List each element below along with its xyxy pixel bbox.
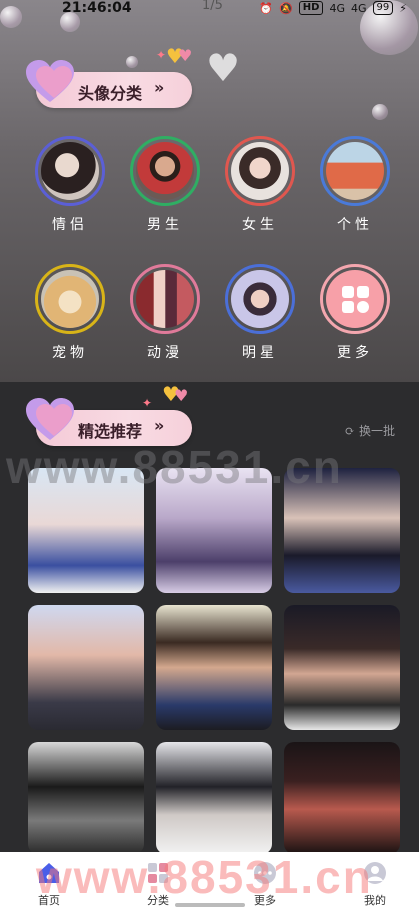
category-label: 明星: [242, 345, 278, 361]
category-anime[interactable]: 动漫: [125, 264, 205, 362]
featured-photo[interactable]: [156, 742, 272, 854]
featured-photo[interactable]: [284, 742, 400, 854]
avatar-ring: [320, 264, 390, 334]
category-pet[interactable]: 宠物: [30, 264, 110, 362]
signal-icon: 4G: [329, 1, 345, 15]
mute-icon: 🔕: [279, 1, 293, 15]
avatar: [136, 270, 194, 328]
avatar: [41, 270, 99, 328]
avatar: [326, 142, 384, 200]
refresh-icon: ⟳: [344, 423, 355, 438]
category-label: 更多: [337, 345, 373, 361]
avatar-ring: [130, 264, 200, 334]
bubble-decoration: [372, 104, 388, 120]
category-star[interactable]: 明星: [220, 264, 300, 362]
category-label: 男生: [147, 217, 183, 233]
heart-decoration-icon: ♥: [174, 386, 189, 405]
featured-photo[interactable]: [284, 605, 400, 730]
category-couple[interactable]: 情侣: [30, 136, 110, 234]
watermark: www.88531.cn: [6, 441, 343, 493]
hd-icon: HD: [298, 1, 324, 15]
featured-photo[interactable]: [28, 742, 144, 854]
heart-decoration-icon: ♥: [178, 46, 193, 65]
charging-icon: ⚡: [399, 1, 407, 15]
home-indicator[interactable]: [175, 903, 245, 907]
avatar: [41, 142, 99, 200]
refresh-button[interactable]: ⟳ 换一批: [345, 422, 395, 439]
sparkle-icon: ✦: [156, 48, 167, 62]
heart-badge-icon: [26, 60, 74, 102]
avatar-ring: [130, 136, 200, 206]
category-label: 动漫: [147, 345, 183, 361]
battery-icon: 99: [372, 1, 394, 15]
chevron-right-icon: »: [154, 78, 165, 97]
chevron-right-icon: »: [154, 416, 165, 435]
section-title: 头像分类: [78, 84, 143, 103]
category-label: 情侣: [52, 217, 88, 233]
refresh-label: 换一批: [358, 424, 395, 438]
category-label: 女生: [242, 217, 278, 233]
avatar: [136, 142, 194, 200]
featured-photo[interactable]: [156, 605, 272, 730]
page-indicator: 1/5: [202, 0, 223, 13]
status-bar: 21:46:04 1/5 ⏰ 🔕 HD 4G 4G 99 ⚡: [0, 0, 419, 20]
avatar-ring: [225, 264, 295, 334]
signal-icon: 4G: [351, 1, 367, 15]
category-girl[interactable]: 女生: [220, 136, 300, 234]
featured-photo[interactable]: [28, 605, 144, 730]
avatar-ring: [225, 136, 295, 206]
more-apps-icon: [326, 270, 384, 328]
sparkle-icon: ✦: [142, 396, 153, 410]
avatar-ring: [320, 136, 390, 206]
heart-badge-icon: [26, 398, 74, 440]
alarm-icon: ⏰: [259, 1, 274, 15]
category-boy[interactable]: 男生: [125, 136, 205, 234]
status-time: 21:46:04: [62, 0, 132, 16]
category-personality[interactable]: 个性: [315, 136, 395, 234]
watermark: www.88531.cn: [36, 851, 373, 903]
avatar-ring: [35, 264, 105, 334]
avatar-ring: [35, 136, 105, 206]
avatar: [231, 142, 289, 200]
status-icons: ⏰ 🔕 HD 4G 4G 99 ⚡: [259, 1, 407, 15]
avatar: [231, 270, 289, 328]
category-label: 宠物: [52, 345, 88, 361]
category-more[interactable]: 更多: [315, 264, 395, 362]
heart-decoration-icon: ♥: [206, 46, 241, 90]
section-title: 精选推荐: [78, 422, 143, 441]
category-label: 个性: [337, 217, 373, 233]
